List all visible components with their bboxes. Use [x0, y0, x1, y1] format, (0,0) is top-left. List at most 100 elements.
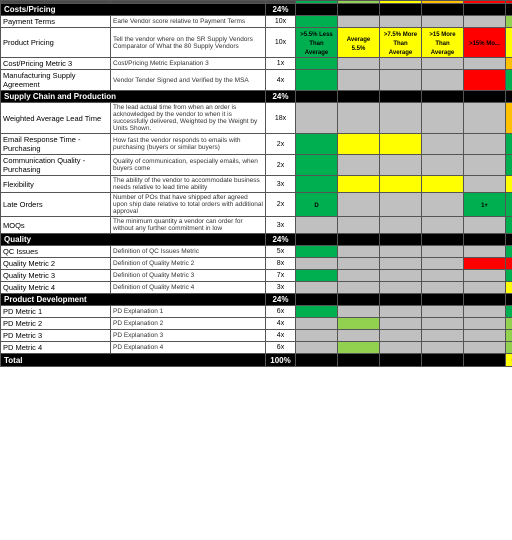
grade-cell-c-1-3	[380, 176, 422, 193]
row-weight-3-0: 6x	[266, 306, 296, 318]
row-explanation-1-0: The lead actual time from when an order …	[111, 103, 266, 134]
row-dimension-3-3: PD Metric 4	[1, 342, 111, 354]
grade-cell-d-2-1	[422, 258, 464, 270]
grade-cell-b-0-3	[338, 70, 380, 91]
grade-cell-d-1-4	[422, 193, 464, 217]
row-explanation-0-3: Vendor Tender Signed and Verified by the…	[111, 70, 266, 91]
section-vendor-score-3: 17%	[506, 294, 512, 306]
row-weight-0-0: 10x	[266, 16, 296, 28]
grade-cell-f-0-1: >15% Mo...	[464, 28, 506, 58]
row-vendor-2-1: F	[506, 258, 512, 270]
table-row: Product Pricing Tell the vendor where on…	[1, 28, 512, 58]
grade-cell-c-3-0	[380, 306, 422, 318]
table-row: Email Response Time - Purchasing How fas…	[1, 134, 512, 155]
row-explanation-2-1: Definition of Quality Metric 2	[111, 258, 266, 270]
row-weight-1-4: 2x	[266, 193, 296, 217]
grade-cell-a-1-2	[296, 155, 338, 176]
row-vendor-3-1: B	[506, 318, 512, 330]
grade-cell-d-1-3	[422, 176, 464, 193]
grade-cell-f-2-2	[464, 270, 506, 282]
total-row: Total 100% 65%	[1, 354, 512, 367]
row-dimension-0-2: Cost/Pricing Metric 3	[1, 58, 111, 70]
grade-cell-b-0-0	[338, 16, 380, 28]
row-dimension-3-1: PD Metric 2	[1, 318, 111, 330]
row-explanation-2-3: Definition of Quality Metric 4	[111, 282, 266, 294]
row-dimension-2-0: QC Issues	[1, 246, 111, 258]
total-label: Total	[1, 354, 266, 367]
table-row: QC Issues Definition of QC Issues Metric…	[1, 246, 512, 258]
grade-cell-d-1-0	[422, 103, 464, 134]
scorecard-body: Costs/Pricing 24% 19% Payment Terms Earl…	[1, 4, 512, 367]
row-vendor-1-0: D	[506, 103, 512, 134]
section-weight-2: 24%	[266, 234, 296, 246]
grade-cell-c-3-2	[380, 330, 422, 342]
section-weight-3: 24%	[266, 294, 296, 306]
row-dimension-1-2: Communication Quality - Purchasing	[1, 155, 111, 176]
grade-cell-d-2-2	[422, 270, 464, 282]
grade-cell-d-1-5	[422, 217, 464, 234]
row-explanation-1-4: Number of POs that have shipped after ag…	[111, 193, 266, 217]
grade-cell-f-3-0	[464, 306, 506, 318]
grade-cell-f-0-0	[464, 16, 506, 28]
grade-cell-d-0-1: >15 More Than Average	[422, 28, 464, 58]
grade-cell-d-0-2	[422, 58, 464, 70]
row-explanation-3-3: PD Explanation 4	[111, 342, 266, 354]
grade-cell-f-2-0	[464, 246, 506, 258]
row-weight-1-5: 3x	[266, 217, 296, 234]
grade-cell-c-2-3	[380, 282, 422, 294]
grade-cell-a-3-2	[296, 330, 338, 342]
row-weight-0-3: 4x	[266, 70, 296, 91]
row-vendor-1-4: A	[506, 193, 512, 217]
row-weight-2-3: 3x	[266, 282, 296, 294]
grade-cell-f-2-3	[464, 282, 506, 294]
grade-cell-f-3-2	[464, 330, 506, 342]
grade-cell-a-0-3: Yes	[296, 70, 338, 91]
grade-cell-f-1-2	[464, 155, 506, 176]
section-name-0: Costs/Pricing	[1, 4, 266, 16]
row-explanation-1-1: How fast the vendor responds to emails w…	[111, 134, 266, 155]
row-explanation-1-2: Quality of communication, especially ema…	[111, 155, 266, 176]
row-dimension-2-1: Quality Metric 2	[1, 258, 111, 270]
grade-cell-a-1-3	[296, 176, 338, 193]
table-row: Quality Metric 3 Definition of Quality M…	[1, 270, 512, 282]
row-vendor-0-1: C	[506, 28, 512, 58]
grade-cell-b-3-0	[338, 306, 380, 318]
table-row: Weighted Average Lead Time The lead actu…	[1, 103, 512, 134]
row-explanation-3-0: PD Explanation 1	[111, 306, 266, 318]
row-explanation-0-0: Earle Vendor score relative to Payment T…	[111, 16, 266, 28]
row-vendor-0-2: D	[506, 58, 512, 70]
row-dimension-1-4: Late Orders	[1, 193, 111, 217]
table-row: Flexibility The ability of the vendor to…	[1, 176, 512, 193]
grade-cell-f-3-1	[464, 318, 506, 330]
grade-cell-d-3-2	[422, 330, 464, 342]
row-vendor-3-0: A	[506, 306, 512, 318]
row-explanation-2-2: Definition of Quality Metric 3	[111, 270, 266, 282]
grade-cell-c-1-0	[380, 103, 422, 134]
grade-cell-c-2-2	[380, 270, 422, 282]
row-dimension-3-2: PD Metric 3	[1, 330, 111, 342]
grade-cell-a-2-1	[296, 258, 338, 270]
grade-cell-f-1-4: 1+	[464, 193, 506, 217]
grade-cell-b-0-1: Average 5.5%	[338, 28, 380, 58]
row-weight-1-2: 2x	[266, 155, 296, 176]
grade-cell-f-1-3	[464, 176, 506, 193]
grade-cell-b-1-3	[338, 176, 380, 193]
row-dimension-2-2: Quality Metric 3	[1, 270, 111, 282]
table-row: Late Orders Number of POs that have ship…	[1, 193, 512, 217]
table-row: PD Metric 2 PD Explanation 2 4x B	[1, 318, 512, 330]
section-vendor-score-0: 19%	[506, 4, 512, 16]
grade-cell-b-2-0	[338, 246, 380, 258]
grade-cell-d-2-3	[422, 282, 464, 294]
row-weight-2-0: 5x	[266, 246, 296, 258]
row-weight-0-2: 1x	[266, 58, 296, 70]
grade-cell-a-0-1: >5.5% Less Than Average	[296, 28, 338, 58]
table-row: PD Metric 3 PD Explanation 3 4x B	[1, 330, 512, 342]
row-dimension-1-3: Flexibility	[1, 176, 111, 193]
row-vendor-1-2: A	[506, 155, 512, 176]
grade-cell-c-3-1	[380, 318, 422, 330]
row-vendor-2-0: A	[506, 246, 512, 258]
row-weight-1-0: 18x	[266, 103, 296, 134]
grade-cell-a-2-3	[296, 282, 338, 294]
grade-cell-a-1-4: D	[296, 193, 338, 217]
grade-cell-b-1-4	[338, 193, 380, 217]
